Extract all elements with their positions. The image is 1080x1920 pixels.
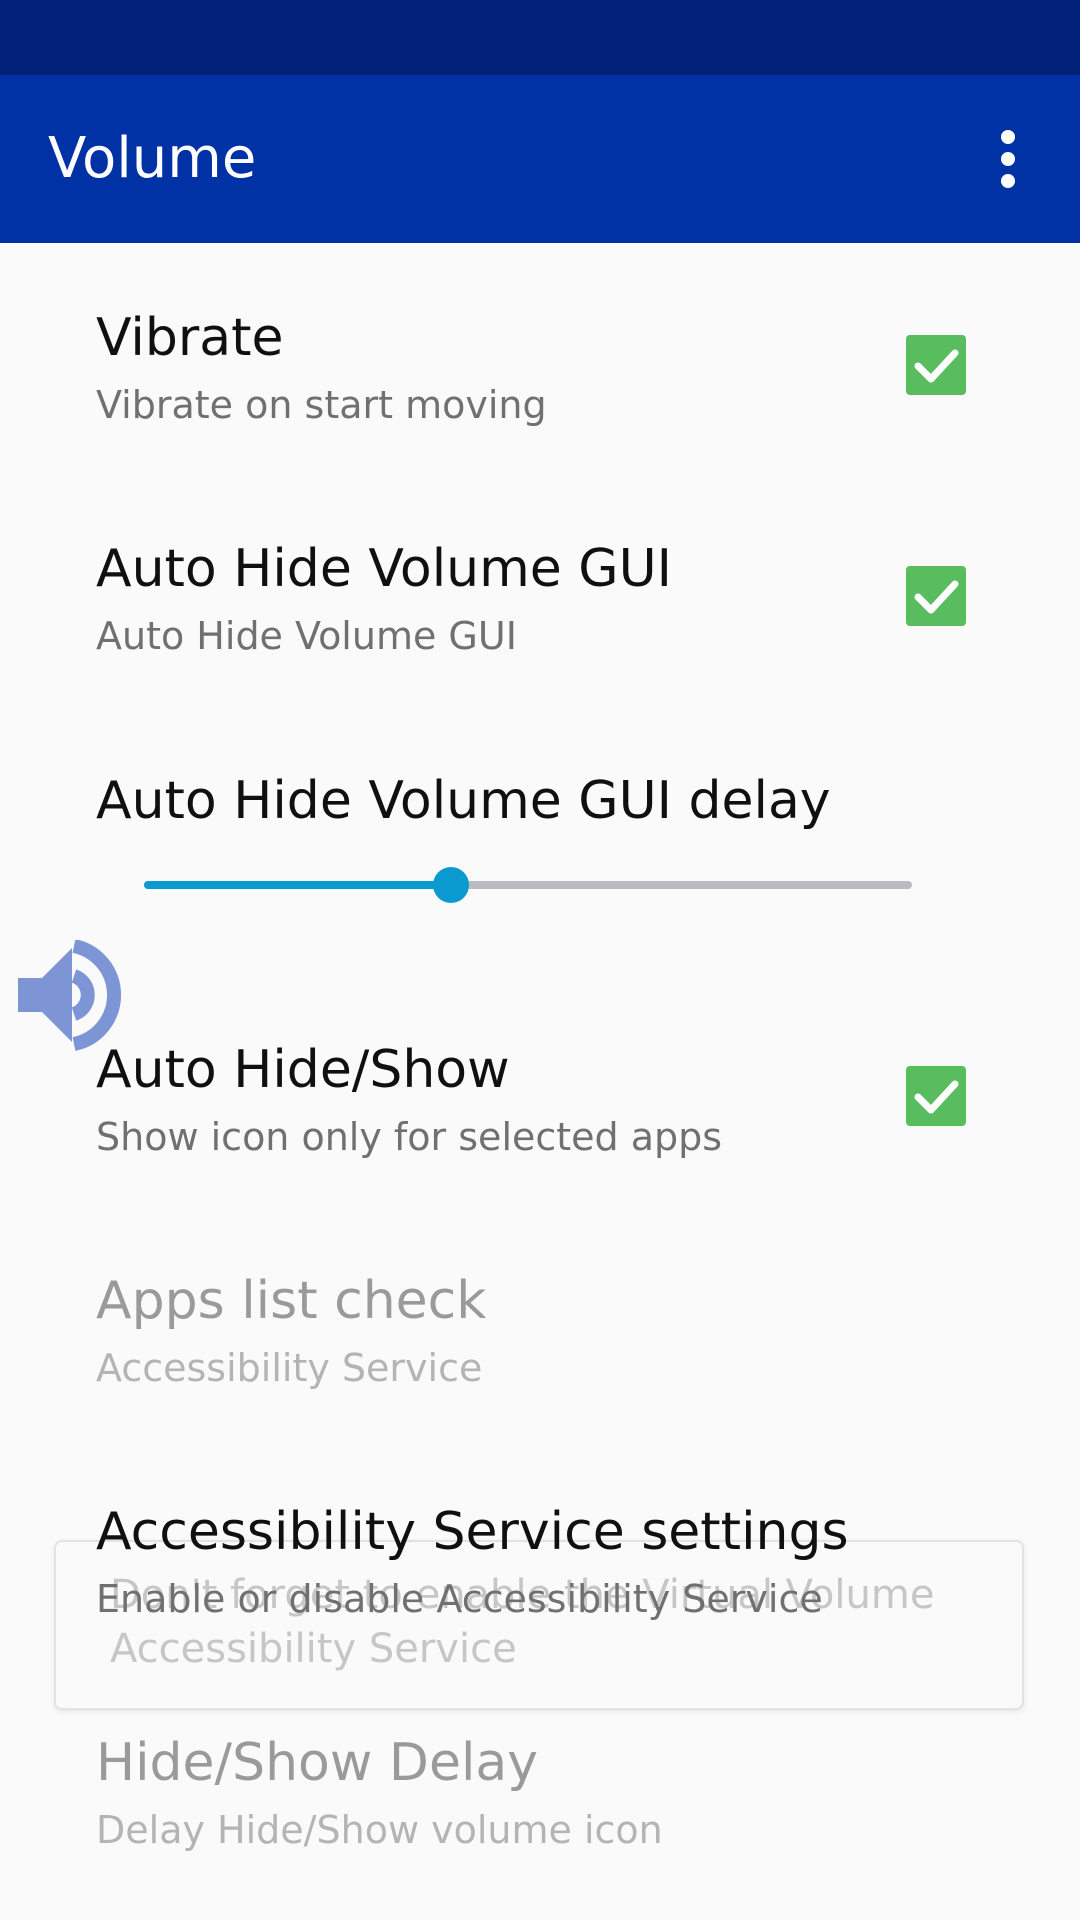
page-title: Volume [48, 126, 257, 191]
pref-apps-list-check: Apps list check Accessibility Service [96, 1275, 996, 1387]
pref-summary: Enable or disable Accessibility Service [96, 1577, 823, 1621]
pref-summary: Delay Hide/Show volume icon [96, 1808, 663, 1852]
pref-summary: Vibrate on start moving [96, 383, 547, 427]
check-icon [914, 349, 959, 383]
pref-title: Auto Hide Volume GUI delay [96, 771, 831, 831]
check-icon [914, 580, 959, 614]
auto-hide-delay-slider[interactable] [144, 860, 912, 910]
pref-auto-hide-volume-gui[interactable]: Auto Hide Volume GUI Auto Hide Volume GU… [96, 543, 996, 655]
volume-up-icon[interactable] [16, 939, 130, 1052]
pref-summary: Accessibility Service [96, 1346, 483, 1390]
pref-title: Auto Hide Volume GUI [96, 539, 672, 599]
toast-line: Accessibility Service [110, 1626, 517, 1672]
auto-hide-volume-gui-checkbox[interactable] [906, 566, 966, 626]
auto-hide-show-checkbox[interactable] [906, 1066, 966, 1126]
pref-title: Apps list check [96, 1271, 487, 1331]
check-icon [914, 1080, 959, 1114]
pref-summary: Show icon only for selected apps [96, 1115, 723, 1159]
more-vert-icon[interactable] [968, 119, 1048, 199]
pref-auto-hide-delay: Auto Hide Volume GUI delay [96, 775, 996, 827]
pref-title: Hide/Show Delay [96, 1733, 539, 1793]
status-bar [0, 0, 1080, 75]
pref-summary: Auto Hide Volume GUI [96, 614, 517, 658]
pref-title: Auto Hide/Show [96, 1040, 510, 1100]
pref-vibrate[interactable]: Vibrate Vibrate on start moving [96, 312, 996, 424]
pref-title: Vibrate [96, 308, 284, 368]
app-bar: Volume [0, 75, 1080, 243]
pref-accessibility-service-settings[interactable]: Accessibility Service settings Enable or… [96, 1506, 996, 1618]
slider-thumb[interactable] [433, 867, 469, 903]
pref-hide-show-delay: Hide/Show Delay Delay Hide/Show volume i… [96, 1737, 996, 1849]
pref-title: Accessibility Service settings [96, 1502, 849, 1562]
vibrate-checkbox[interactable] [906, 335, 966, 395]
slider-fill [144, 881, 451, 889]
pref-auto-hide-show[interactable]: Auto Hide/Show Show icon only for select… [96, 1044, 996, 1156]
